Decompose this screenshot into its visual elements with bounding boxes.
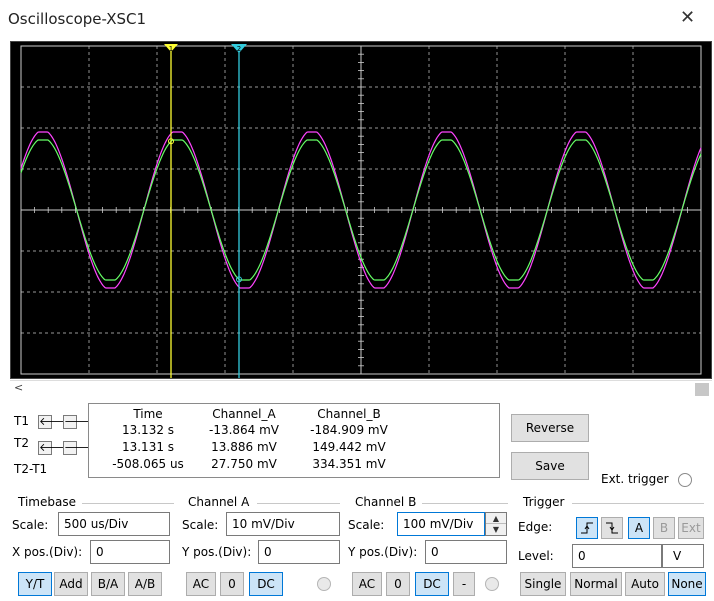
graticule-grid (20, 45, 702, 375)
channel-a-divider (257, 503, 340, 504)
scroll-left-arrow-icon[interactable]: < (14, 381, 23, 394)
channel-a-zero-button[interactable]: 0 (220, 572, 244, 596)
trigger-normal-button[interactable]: Normal (570, 572, 622, 596)
trigger-level-field[interactable]: 0 (572, 544, 662, 568)
cursor-measurements-panel: Time Channel_A Channel_B 13.132 s -13.86… (88, 403, 500, 478)
channel-b-group-title: Channel B (355, 495, 417, 509)
channel-a-ypos-field[interactable]: 0 (258, 540, 340, 564)
cursor-t2-number: 2 (237, 45, 241, 53)
window-title: Oscilloscope-XSC1 (8, 10, 147, 28)
channel-a-radio[interactable] (317, 577, 331, 591)
save-button[interactable]: Save (511, 452, 589, 480)
rising-edge-button[interactable] (576, 517, 598, 539)
t1-channel-a: -13.864 mV (208, 423, 280, 437)
t1-channel-b: -184.909 mV (310, 423, 388, 437)
mode-ba-button[interactable]: B/A (91, 572, 125, 596)
mode-ab-button[interactable]: A/B (128, 572, 162, 596)
timebase-xpos-label: X pos.(Div): (12, 545, 83, 559)
trigger-source-a-button[interactable]: A (628, 517, 650, 539)
delta-channel-b: 334.351 mV (312, 457, 386, 471)
spin-up-icon[interactable]: ▲ (486, 513, 506, 524)
channel-b-zero-button[interactable]: 0 (386, 572, 410, 596)
channel-a-dc-button[interactable]: DC (249, 572, 283, 596)
timebase-xpos-field[interactable]: 0 (90, 540, 170, 564)
channel-b-ypos-label: Y pos.(Div): (348, 545, 418, 559)
trigger-group-title: Trigger (523, 495, 565, 509)
channel-b-radio[interactable] (485, 577, 499, 591)
reverse-button[interactable]: Reverse (511, 414, 589, 442)
timebase-scale-label: Scale: (12, 518, 49, 532)
spin-down-icon[interactable]: ▼ (486, 524, 506, 535)
t2-label: T2 (14, 436, 29, 450)
channel-a-scale-field[interactable]: 10 mV/Div (226, 512, 340, 536)
t2-channel-b: 149.442 mV (312, 440, 386, 454)
mode-add-button[interactable]: Add (54, 572, 88, 596)
close-icon[interactable]: ✕ (680, 7, 695, 28)
t1-left-arrow-icon[interactable]: 🡐 (38, 415, 69, 429)
falling-edge-button[interactable] (601, 517, 623, 539)
channel-b-ypos-field[interactable]: 0 (425, 540, 507, 564)
t1-right-arrow-icon[interactable]: 🡒 (63, 415, 94, 429)
channel-b-dc-button[interactable]: DC (415, 572, 449, 596)
trigger-source-ext-button[interactable]: Ext (678, 517, 704, 539)
t1-label: T1 (14, 414, 29, 428)
channel-a-ac-button[interactable]: AC (186, 572, 216, 596)
channel-b-scale-spinner[interactable]: ▲ ▼ (485, 512, 507, 536)
channel-b-ac-button[interactable]: AC (352, 572, 382, 596)
channel-a-ypos-label: Y pos.(Div): (182, 545, 252, 559)
channel-b-scale-field[interactable]: 100 mV/Div (397, 512, 485, 536)
channel-a-group-title: Channel A (188, 495, 250, 509)
t2-channel-a: 13.886 mV (211, 440, 277, 454)
trigger-none-button[interactable]: None (668, 572, 706, 596)
rising-edge-icon (581, 522, 593, 534)
trigger-level-unit[interactable]: V (662, 544, 704, 568)
cursor-t1-number: 1 (169, 45, 173, 53)
waveform-display: 1 2 (20, 44, 702, 378)
channel-a-scale-label: Scale: (182, 518, 219, 532)
horizontal-scrollbar[interactable]: < (10, 380, 712, 397)
scroll-thumb[interactable] (695, 383, 709, 396)
channel-b-scale-label: Scale: (348, 518, 385, 532)
channel-b-divider (422, 503, 508, 504)
timebase-scale-field[interactable]: 500 us/Div (58, 512, 170, 536)
delta-channel-a: 27.750 mV (211, 457, 277, 471)
timebase-divider (82, 503, 174, 504)
t2-left-arrow-icon[interactable]: 🡐 (38, 441, 69, 455)
t2-t1-label: T2-T1 (14, 462, 48, 476)
timebase-group-title: Timebase (18, 495, 76, 509)
header-channel-b: Channel_B (317, 407, 381, 421)
trigger-source-b-button[interactable]: B (653, 517, 675, 539)
header-channel-a: Channel_A (212, 407, 276, 421)
mode-yt-button[interactable]: Y/T (18, 572, 52, 596)
t2-right-arrow-icon[interactable]: 🡒 (63, 441, 94, 455)
trigger-level-label: Level: (518, 549, 554, 563)
ext-trigger-label: Ext. trigger (601, 472, 669, 486)
trigger-edge-label: Edge: (518, 520, 553, 534)
channel-b-invert-button[interactable]: - (453, 572, 475, 596)
oscilloscope-screen: 1 2 (10, 41, 712, 379)
trigger-auto-button[interactable]: Auto (625, 572, 665, 596)
falling-edge-icon (606, 522, 618, 534)
trigger-divider (572, 503, 704, 504)
ext-trigger-radio[interactable] (678, 473, 692, 487)
trigger-single-button[interactable]: Single (520, 572, 566, 596)
